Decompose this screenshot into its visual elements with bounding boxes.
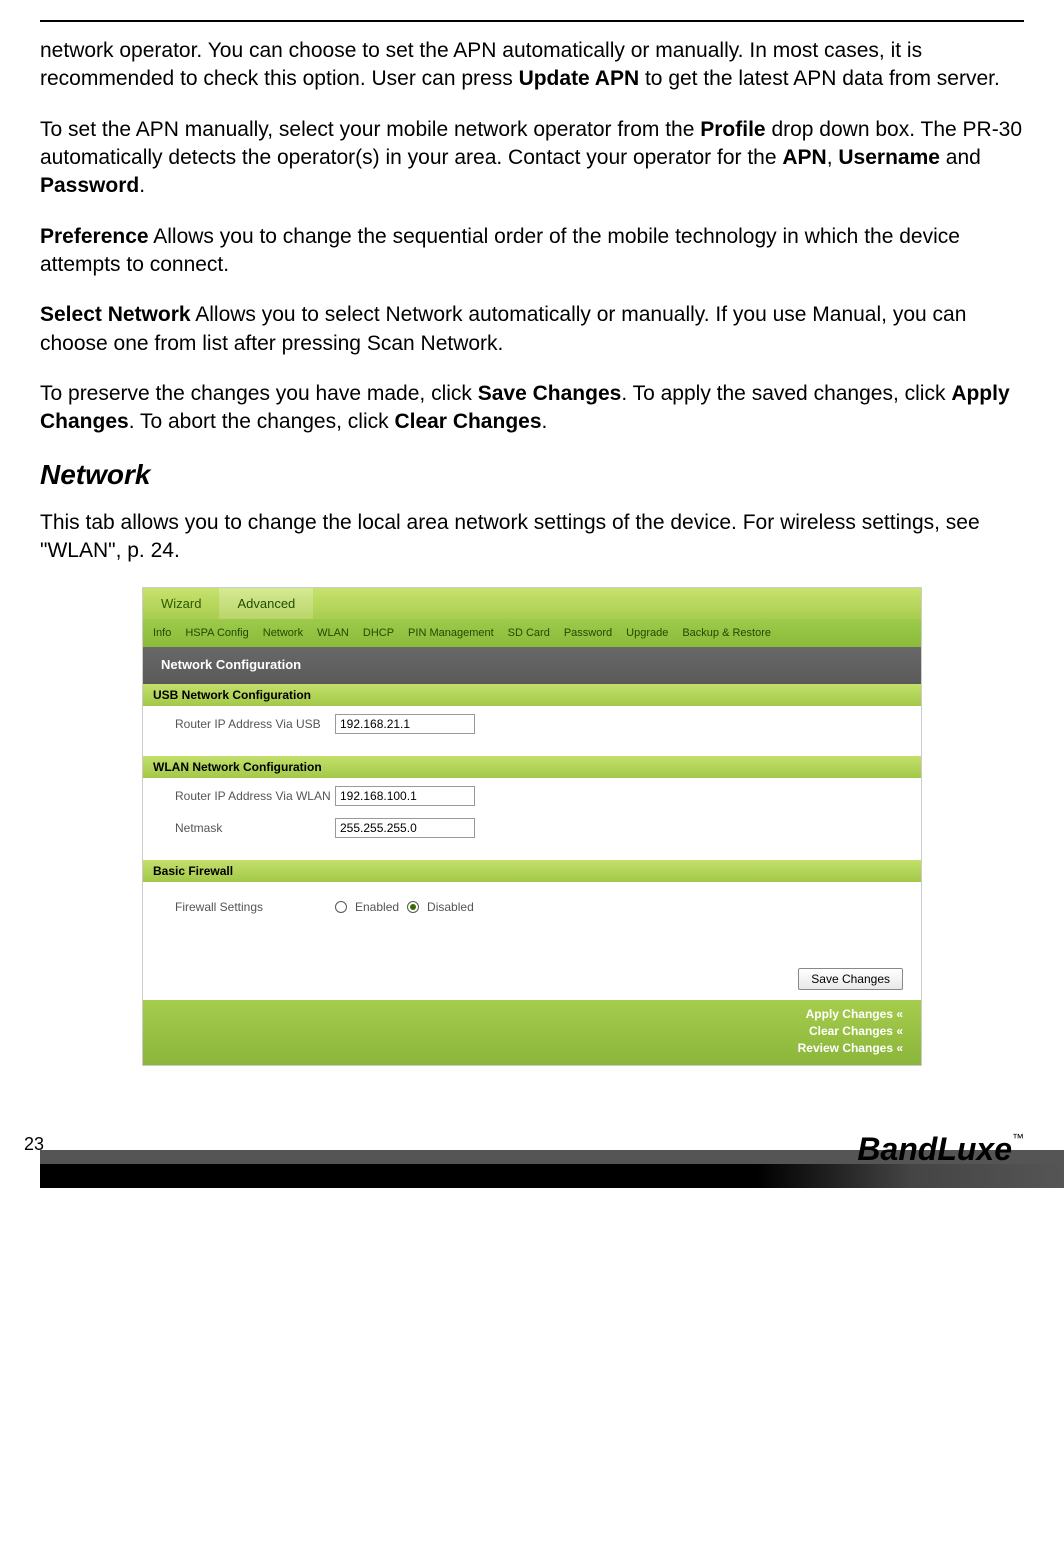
apply-changes-link[interactable]: Apply Changes « <box>161 1006 903 1023</box>
text: To set the APN manually, select your mob… <box>40 118 700 141</box>
panel-heading: Network Configuration <box>143 647 921 684</box>
radio-enabled[interactable] <box>335 901 347 913</box>
label-firewall-settings: Firewall Settings <box>175 900 335 914</box>
bold-text: Update APN <box>519 67 640 90</box>
text: To preserve the changes you have made, c… <box>40 382 478 405</box>
text: . <box>542 410 548 433</box>
bold-text: Preference <box>40 225 149 248</box>
clear-changes-link[interactable]: Clear Changes « <box>161 1023 903 1040</box>
subtab-upgrade[interactable]: Upgrade <box>626 627 668 639</box>
bold-text: Select Network <box>40 303 191 326</box>
save-changes-button[interactable]: Save Changes <box>798 968 903 990</box>
paragraph-1: network operator. You can choose to set … <box>40 37 1024 94</box>
label-router-ip-wlan: Router IP Address Via WLAN <box>175 789 335 803</box>
input-router-ip-wlan[interactable] <box>335 786 475 806</box>
text: . To apply the saved changes, click <box>621 382 951 405</box>
row-router-ip-usb: Router IP Address Via USB <box>161 706 903 738</box>
bold-text: Save Changes <box>478 382 622 405</box>
bandluxe-logo: BandLuxe™ <box>857 1131 1024 1168</box>
panel-title: Network Configuration <box>161 657 301 672</box>
toplevel-tabs: Wizard Advanced <box>143 588 921 619</box>
bold-text: APN <box>782 146 826 169</box>
radio-disabled-label: Disabled <box>427 900 474 914</box>
text: . <box>139 174 145 197</box>
text: , <box>827 146 839 169</box>
bold-text: Profile <box>700 118 765 141</box>
row-firewall-settings: Firewall Settings Enabled Disabled <box>161 892 903 918</box>
tab-wizard[interactable]: Wizard <box>143 588 219 619</box>
paragraph-5: To preserve the changes you have made, c… <box>40 380 1024 437</box>
section-heading-network: Network <box>40 459 1024 491</box>
subtab-network[interactable]: Network <box>263 627 303 639</box>
text: to get the latest APN data from server. <box>639 67 1000 90</box>
text: and <box>940 146 981 169</box>
label-router-ip-usb: Router IP Address Via USB <box>175 717 335 731</box>
logo-text: BandLuxe <box>857 1131 1012 1167</box>
text: Allows you to change the sequential orde… <box>40 225 960 276</box>
paragraph-4: Select Network Allows you to select Netw… <box>40 301 1024 358</box>
section-wlan-network-config: WLAN Network Configuration <box>143 756 921 778</box>
spacer <box>161 738 903 756</box>
router-ui-screenshot: Wizard Advanced Info HSPA Config Network… <box>142 587 922 1065</box>
row-netmask: Netmask <box>161 810 903 842</box>
bold-text: Username <box>838 146 940 169</box>
subtab-pin-management[interactable]: PIN Management <box>408 627 494 639</box>
radio-disabled[interactable] <box>407 901 419 913</box>
row-router-ip-wlan: Router IP Address Via WLAN <box>161 778 903 810</box>
firewall-radio-group: Enabled Disabled <box>335 900 474 914</box>
bold-text: Clear Changes <box>394 410 541 433</box>
logo-tm: ™ <box>1012 1131 1024 1145</box>
panel-content: USB Network Configuration Router IP Addr… <box>143 684 921 958</box>
bold-text: Password <box>40 174 139 197</box>
subtab-sd-card[interactable]: SD Card <box>508 627 550 639</box>
paragraph-3: Preference Allows you to change the sequ… <box>40 223 1024 280</box>
subtab-info[interactable]: Info <box>153 627 171 639</box>
top-rule <box>40 20 1024 22</box>
sub-tabs: Info HSPA Config Network WLAN DHCP PIN M… <box>143 619 921 647</box>
page-footer: 23 BandLuxe™ <box>0 1134 1064 1188</box>
tab-advanced[interactable]: Advanced <box>219 588 313 619</box>
review-changes-link[interactable]: Review Changes « <box>161 1040 903 1057</box>
section-body: This tab allows you to change the local … <box>40 509 1024 566</box>
label-netmask: Netmask <box>175 821 335 835</box>
radio-enabled-label: Enabled <box>355 900 399 914</box>
subtab-hspa-config[interactable]: HSPA Config <box>185 627 248 639</box>
spacer <box>161 918 903 946</box>
section-usb-network-config: USB Network Configuration <box>143 684 921 706</box>
input-router-ip-usb[interactable] <box>335 714 475 734</box>
subtab-wlan[interactable]: WLAN <box>317 627 349 639</box>
button-row: Save Changes <box>143 958 921 1000</box>
subtab-password[interactable]: Password <box>564 627 612 639</box>
apply-row: Apply Changes « Clear Changes « Review C… <box>143 1000 921 1064</box>
input-netmask[interactable] <box>335 818 475 838</box>
subtab-dhcp[interactable]: DHCP <box>363 627 394 639</box>
subtab-backup-restore[interactable]: Backup & Restore <box>682 627 771 639</box>
section-basic-firewall: Basic Firewall <box>143 860 921 882</box>
spacer <box>161 882 903 892</box>
spacer <box>161 842 903 860</box>
paragraph-2: To set the APN manually, select your mob… <box>40 116 1024 201</box>
text: . To abort the changes, click <box>129 410 395 433</box>
